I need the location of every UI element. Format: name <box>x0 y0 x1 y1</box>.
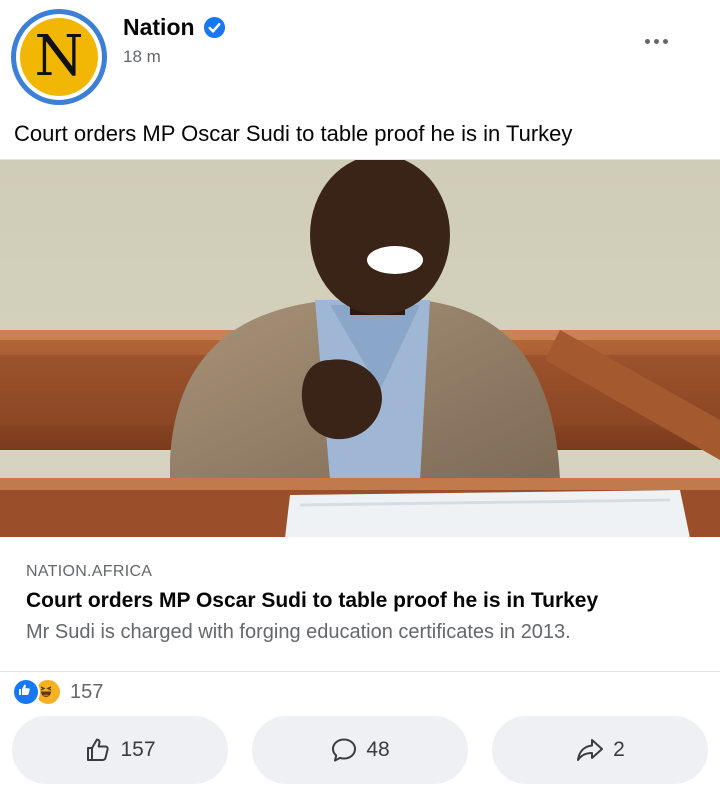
post-caption: Court orders MP Oscar Sudi to table proo… <box>14 121 573 146</box>
like-count: 157 <box>120 738 156 761</box>
post-timestamp[interactable]: 18 m <box>123 47 161 67</box>
verified-badge-icon <box>203 16 226 39</box>
dot-icon <box>653 38 659 44</box>
share-arrow-icon <box>577 739 604 761</box>
page-name[interactable]: Nation <box>123 14 195 41</box>
link-preview-card[interactable]: NATION.AFRICA Court orders MP Oscar Sudi… <box>0 537 720 672</box>
link-domain: NATION.AFRICA <box>26 563 153 580</box>
post-actions-bar: 157 48 2 <box>0 716 720 784</box>
comment-button[interactable]: 48 <box>252 716 468 784</box>
share-count: 2 <box>613 738 625 761</box>
comment-icon <box>332 738 357 762</box>
more-options-button[interactable] <box>636 26 676 56</box>
comment-count: 48 <box>366 738 390 761</box>
post-photo[interactable] <box>0 159 720 538</box>
dot-icon <box>662 38 668 44</box>
like-button[interactable]: 157 <box>12 716 228 784</box>
avatar-logo: N <box>20 18 98 96</box>
reaction-count: 157 <box>70 680 104 703</box>
link-title: Court orders MP Oscar Sudi to table proo… <box>26 589 599 612</box>
share-button[interactable]: 2 <box>492 716 708 784</box>
page-avatar[interactable]: N <box>11 9 107 105</box>
like-reaction-icon <box>12 678 40 706</box>
reaction-summary[interactable]: 157 <box>12 678 103 706</box>
court-photo-image <box>0 160 720 538</box>
dot-icon <box>644 38 650 44</box>
thumbs-up-icon <box>87 738 110 761</box>
post-header: N Nation 18 m <box>0 0 720 110</box>
link-description: Mr Sudi is charged with forging educatio… <box>26 621 571 643</box>
